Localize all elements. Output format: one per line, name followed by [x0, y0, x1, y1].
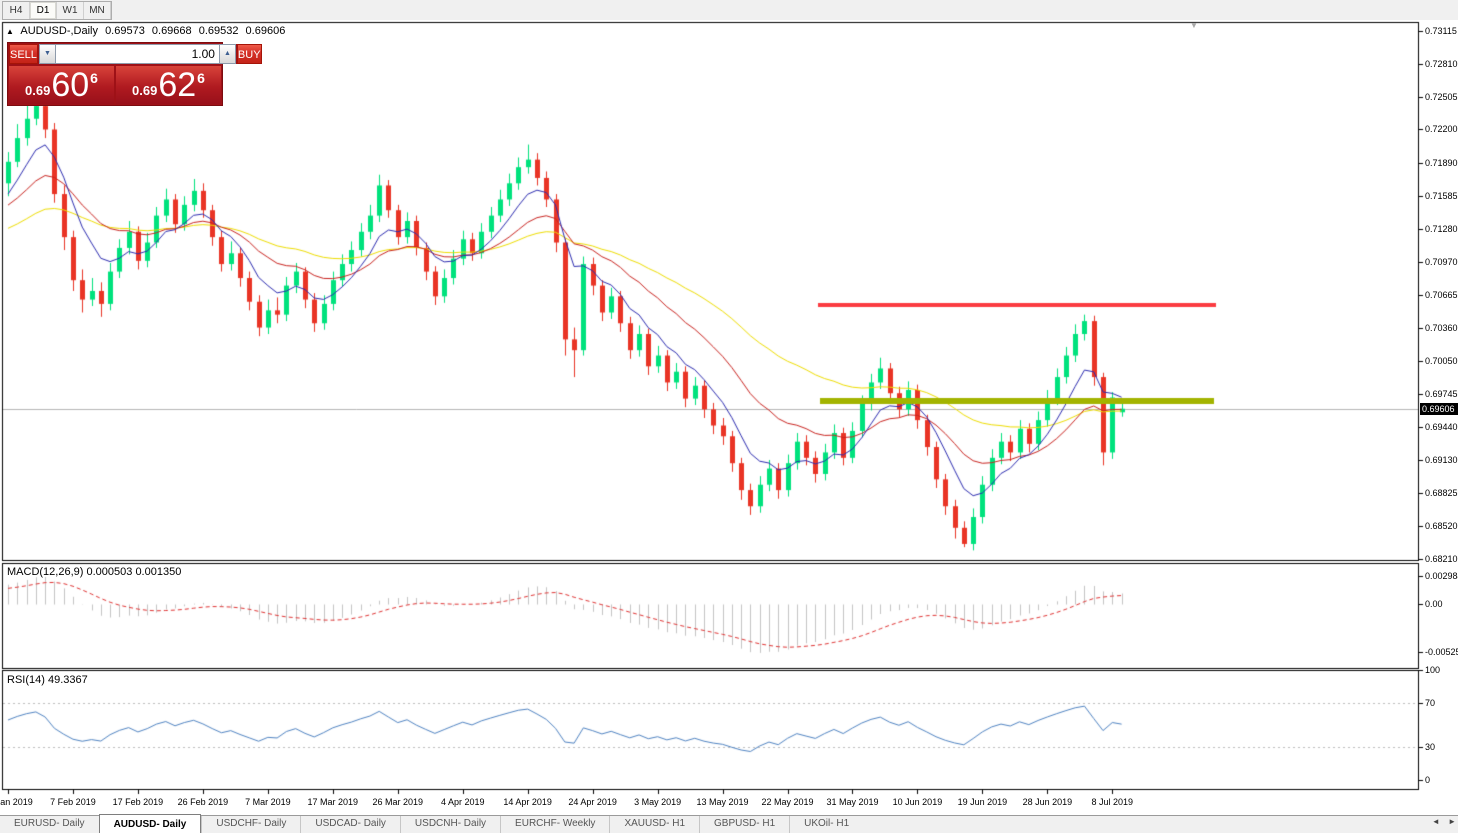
timeframe-button-d1[interactable]: D1 — [30, 2, 57, 19]
timeframe-button-h4[interactable]: H4 — [3, 2, 30, 19]
macd-name: MACD(12,26,9) — [7, 566, 84, 578]
timeframe-toolbar: H4 D1 W1 MN — [0, 0, 1458, 20]
sell-price-box[interactable]: 0.69 60 6 — [9, 66, 114, 104]
macd-value: 0.000503 — [86, 566, 133, 578]
rsi-axis-tick: 30 — [1425, 742, 1436, 752]
date-axis-label: 28 Jun 2019 — [1022, 797, 1073, 807]
ohlc-low: 0.69532 — [198, 25, 239, 37]
one-click-trading-panel: SELL ▼ ▲ BUY 0.69 60 6 0.69 62 6 — [7, 42, 262, 106]
price-axis-tick: 0.69440 — [1425, 421, 1458, 432]
macd-label: MACD(12,26,9) 0.000503 0.001350 — [7, 566, 181, 578]
timeframe-button-mn[interactable]: MN — [84, 2, 111, 19]
date-axis-label: 29 Jan 2019 — [0, 797, 33, 807]
volume-input[interactable] — [55, 44, 219, 64]
price-axis-tick: 0.68520 — [1425, 520, 1458, 531]
rsi-axis-tick: 0 — [1425, 775, 1431, 785]
date-axis-label: 13 May 2019 — [696, 797, 749, 807]
date-axis-label: 26 Mar 2019 — [372, 797, 424, 807]
date-axis-label: 24 Apr 2019 — [568, 797, 617, 807]
tab-scroll-left-icon[interactable]: ◄ — [1432, 817, 1440, 826]
price-axis-tick: 0.71890 — [1425, 157, 1458, 168]
chart-tab[interactable]: USDCHF- Daily — [201, 816, 300, 833]
macd-axis-tick: 0.002984 — [1425, 571, 1458, 582]
timeframe-button-w1[interactable]: W1 — [57, 2, 84, 19]
date-axis-label: 17 Mar 2019 — [307, 797, 359, 807]
chart-tab[interactable]: USDCNH- Daily — [399, 816, 500, 833]
terminal-window: H4 D1 W1 MN ▲ AUDUSD-,Daily 0.69573 0.69668… — [0, 0, 1458, 833]
rsi-axis-tick: 70 — [1425, 698, 1436, 708]
price-axis-tick: 0.70970 — [1425, 256, 1458, 267]
tab-scroll-right-icon[interactable]: ► — [1448, 817, 1456, 826]
price-axis-tick: 0.68825 — [1425, 487, 1458, 498]
volume-increase-button[interactable]: ▲ — [218, 44, 236, 64]
rsi-label: RSI(14) 49.3367 — [7, 674, 88, 686]
buy-price-box[interactable]: 0.69 62 6 — [116, 66, 221, 104]
volume-stepper: ▼ ▲ — [37, 44, 237, 64]
price-axis-tick: 0.73115 — [1425, 26, 1457, 36]
price-axis-tick: 0.70050 — [1425, 355, 1458, 366]
chart-tab[interactable]: EURCHF- Weekly — [500, 816, 609, 833]
macd-axis-tick: -0.00525 — [1425, 647, 1458, 658]
price-axis-tick: 0.71585 — [1425, 190, 1458, 201]
tab-nav: ◄ ► — [1426, 817, 1456, 826]
sell-price-sup: 6 — [90, 70, 98, 86]
chart-tab[interactable]: XAUUSD- H1 — [609, 816, 699, 833]
price-axis-tick: 0.72200 — [1425, 124, 1458, 135]
price-axis-tick: 0.69130 — [1425, 454, 1458, 465]
date-axis-label: 4 Apr 2019 — [440, 797, 485, 807]
sell-price-big: 60 — [51, 66, 90, 104]
price-axis-tick: 0.69745 — [1425, 388, 1458, 399]
buy-price-big: 62 — [158, 66, 197, 104]
sell-price-base: 0.69 — [25, 82, 51, 98]
price-axis-tick: 0.68210 — [1425, 554, 1458, 564]
chart-tab[interactable]: EURUSD- Daily — [0, 816, 99, 833]
chart-tab-bar: EURUSD- Daily AUDUSD- Daily USDCHF- Daily U… — [0, 814, 1458, 833]
date-axis-label: 3 May 2019 — [634, 797, 682, 807]
date-axis-label: 7 Mar 2019 — [245, 797, 291, 807]
buy-price-sup: 6 — [197, 70, 205, 86]
price-axis-tick: 0.72810 — [1425, 58, 1458, 69]
date-axis-label: 17 Feb 2019 — [112, 797, 164, 807]
chart-tab[interactable]: AUDUSD- Daily — [98, 814, 202, 833]
date-axis-label: 31 May 2019 — [826, 797, 879, 807]
date-axis-label: 19 Jun 2019 — [957, 797, 1008, 807]
price-axis-tick: 0.72505 — [1425, 91, 1458, 102]
macd-signal-value: 0.001350 — [135, 566, 182, 578]
timeframe-button-group: H4 D1 W1 MN — [2, 1, 112, 20]
buy-price-base: 0.69 — [132, 82, 158, 98]
current-price-tag: 0.69606 — [1420, 402, 1458, 415]
rsi-name: RSI(14) — [7, 674, 45, 686]
rsi-value: 49.3367 — [47, 674, 88, 686]
ohlc-high: 0.69668 — [151, 25, 192, 37]
date-axis-label: 26 Feb 2019 — [177, 797, 229, 807]
ohlc-close: 0.69606 — [245, 25, 286, 37]
date-axis-label: 8 Jul 2019 — [1091, 797, 1134, 807]
date-axis-label: 14 Apr 2019 — [503, 797, 552, 807]
date-axis-label: 22 May 2019 — [761, 797, 814, 807]
date-axis-label: 7 Feb 2019 — [50, 797, 96, 807]
buy-button[interactable]: BUY — [236, 44, 262, 64]
volume-decrease-button[interactable]: ▼ — [38, 44, 56, 64]
chart-title: ▲ AUDUSD-,Daily 0.69573 0.69668 0.69532 … — [6, 25, 289, 37]
chart-tab[interactable]: USDCAD- Daily — [300, 816, 400, 833]
price-axis-tick: 0.70665 — [1425, 289, 1458, 300]
chart-tab[interactable]: GBPUSD- H1 — [699, 816, 789, 833]
date-axis-label: 10 Jun 2019 — [892, 797, 943, 807]
ohlc-open: 0.69573 — [105, 25, 145, 37]
chart-shift-marker-icon[interactable]: ▼ — [1190, 21, 1198, 30]
chart-canvas[interactable] — [0, 0, 1458, 833]
price-axis-tick: 0.71280 — [1425, 223, 1458, 234]
price-axis-tick: 0.70360 — [1425, 322, 1458, 333]
collapse-panel-icon[interactable]: ▲ — [6, 27, 14, 36]
chart-tab[interactable]: UKOil- H1 — [789, 816, 863, 833]
sell-button[interactable]: SELL — [9, 44, 38, 64]
symbol-period-label: AUDUSD-,Daily — [20, 25, 98, 37]
rsi-axis-tick: 100 — [1425, 665, 1441, 675]
macd-axis-tick: 0.00 — [1425, 599, 1443, 609]
